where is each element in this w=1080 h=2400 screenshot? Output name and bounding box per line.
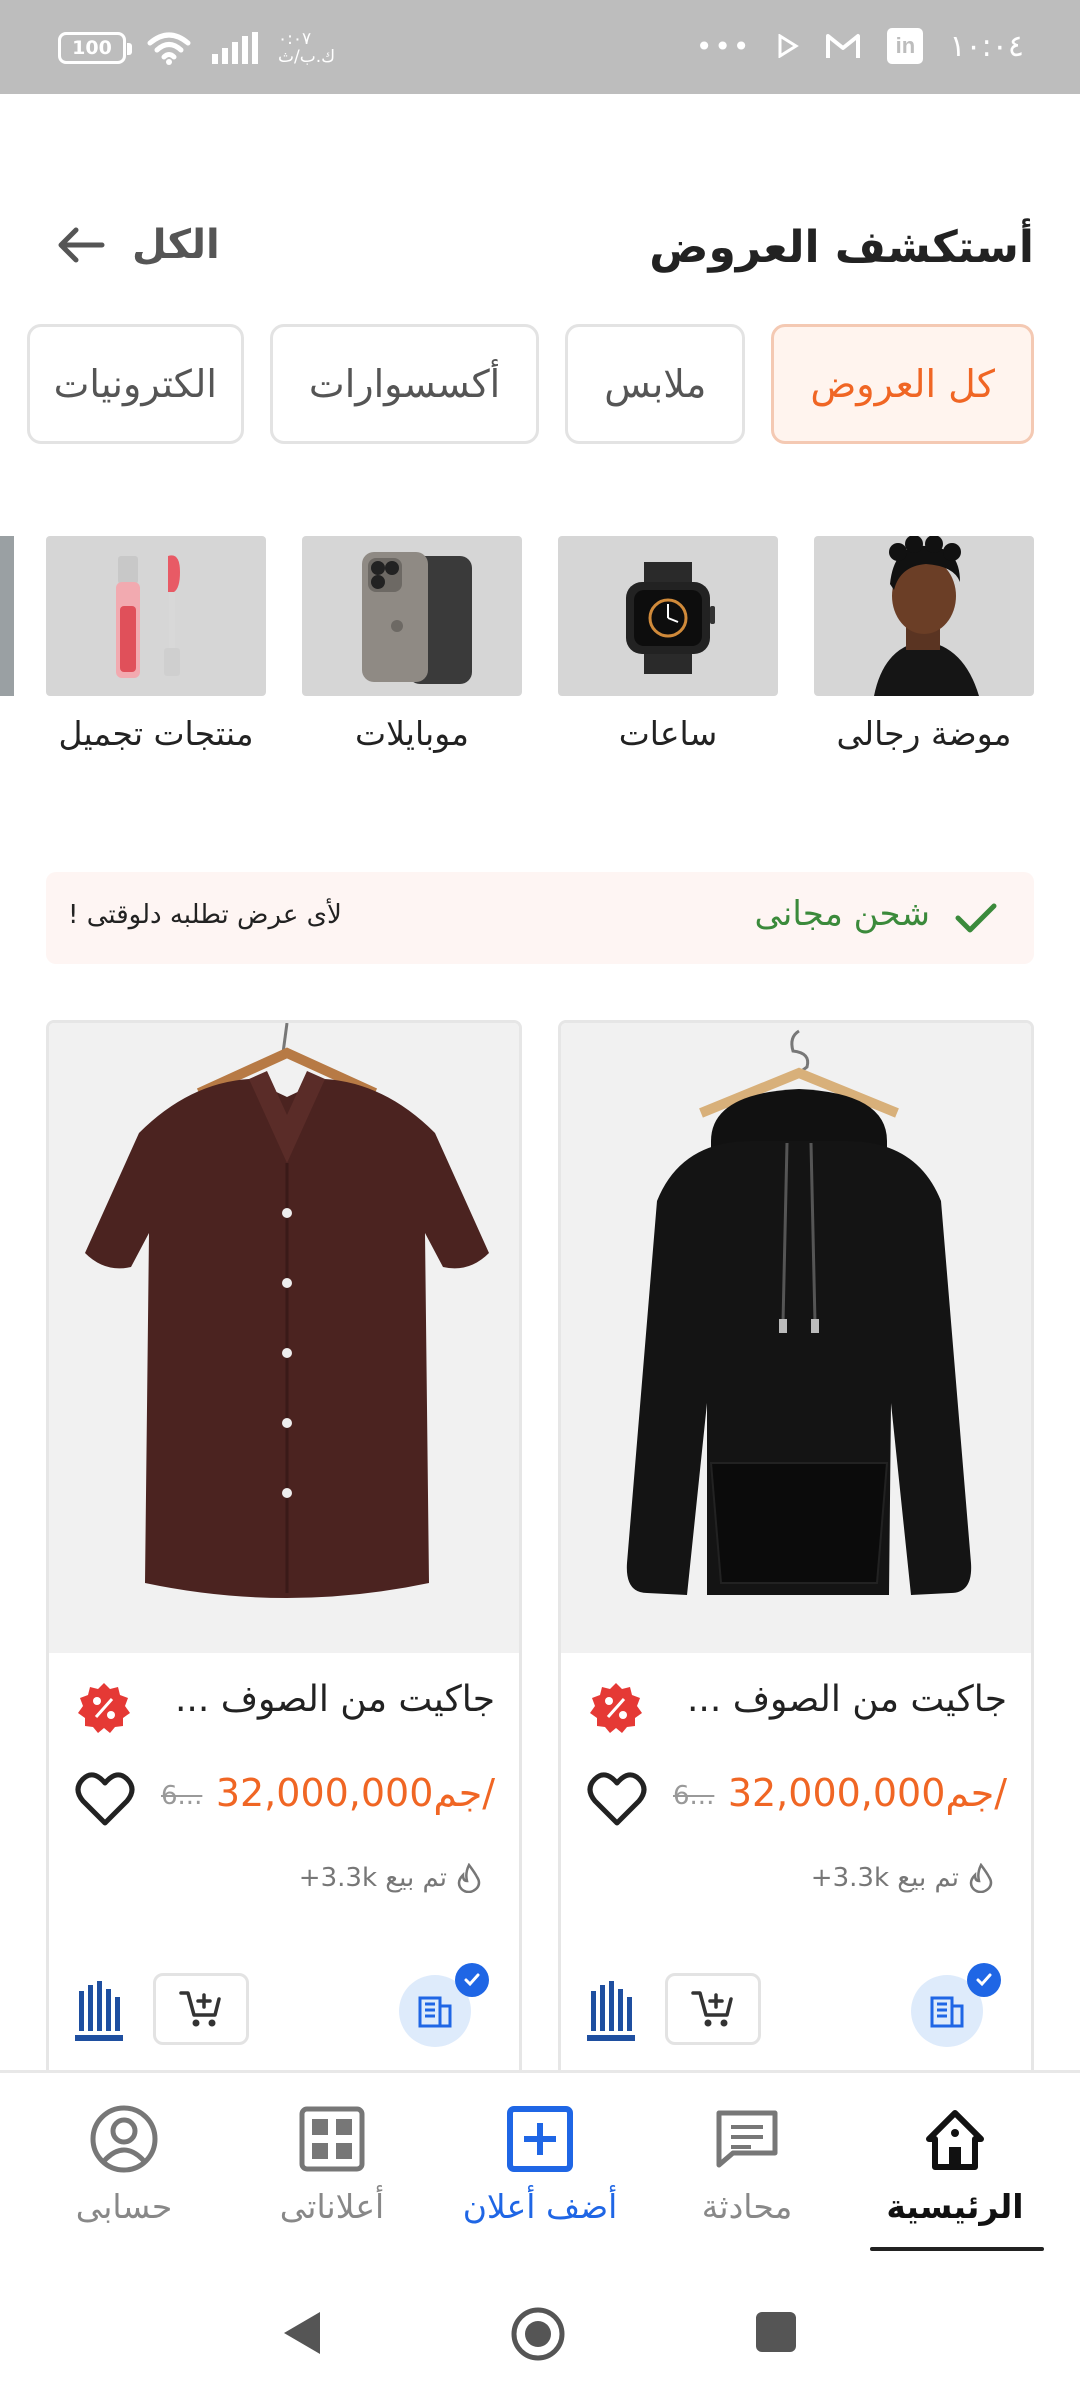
category-watches[interactable]: ساعات: [558, 536, 778, 753]
tab-all-offers[interactable]: كل العروض: [771, 324, 1034, 444]
grid-icon: [299, 2106, 365, 2172]
category-cosmetics[interactable]: منتجات تجميل: [46, 536, 266, 753]
add-to-cart-button[interactable]: [153, 1973, 249, 2045]
product-old-price: 6...: [161, 1781, 203, 1811]
discount-badge-icon: [78, 1683, 130, 1733]
product-price: 32,000,000جم/: [727, 1771, 1007, 1815]
add-cart-icon: [179, 1991, 221, 2027]
store-logo-icon[interactable]: [583, 1981, 639, 2049]
see-all-button[interactable]: الكل: [54, 222, 220, 268]
recent-apps-icon[interactable]: [756, 2312, 796, 2352]
battery-icon: 100: [58, 32, 132, 64]
add-cart-icon: [691, 1991, 733, 2027]
product-card[interactable]: جاكيت من الصوف ... 32,000,000جم/ 6... تم…: [558, 1020, 1034, 2080]
fire-icon: [457, 1863, 481, 1893]
sold-count: تم بيع 3.3k+: [810, 1863, 959, 1893]
category-list: موضة رجالى ساعات موبايلات منتجات تجميل: [46, 536, 1034, 753]
category-label: منتجات تجميل: [58, 714, 254, 753]
home-button-icon[interactable]: [510, 2306, 566, 2362]
fire-icon: [969, 1863, 993, 1893]
system-navigation-bar: [0, 2262, 1080, 2400]
nav-label: أضف أعلان: [462, 2187, 618, 2226]
verified-check-icon: [967, 1963, 1001, 1997]
product-title: جاكيت من الصوف ...: [174, 1679, 495, 1720]
nav-add-ad[interactable]: أضف أعلان: [440, 2103, 640, 2226]
building-icon: [930, 1996, 964, 2028]
nav-label: أعلاناتى: [279, 2187, 385, 2226]
bottom-navigation: الرئيسية محادثة أضف أعلان أعلاناتى حسابى: [0, 2070, 1080, 2262]
gmail-icon: [826, 34, 861, 58]
home-icon: [926, 2110, 984, 2170]
page-title: أستكشف العروض: [649, 222, 1034, 273]
see-all-label: الكل: [132, 222, 220, 268]
linkedin-icon: in: [887, 28, 924, 64]
wifi-icon: [147, 32, 191, 65]
discount-badge-icon: [590, 1683, 642, 1733]
category-mobiles[interactable]: موبايلات: [302, 536, 522, 753]
product-title: جاكيت من الصوف ...: [686, 1679, 1007, 1720]
nav-my-ads[interactable]: أعلاناتى: [232, 2103, 432, 2226]
battery-level: 100: [72, 37, 112, 59]
product-price: 32,000,000جم/: [215, 1771, 495, 1815]
account-icon: [90, 2105, 158, 2173]
product-image-hoodie[interactable]: [561, 1023, 1031, 1653]
free-shipping-subtitle: لأى عرض تطلبه دلوقتى !: [68, 900, 342, 930]
tab-label: أكسسوارات: [308, 362, 501, 406]
nav-chat[interactable]: محادثة: [647, 2103, 847, 2226]
add-icon: [507, 2106, 573, 2172]
store-logo-icon[interactable]: [71, 1981, 127, 2049]
category-label: موبايلات: [355, 714, 469, 753]
category-peek-image[interactable]: [0, 536, 14, 696]
status-bar: 100 ٠:٠٧ ك.ب/ث ••• in ١٠:٠٤: [0, 0, 1080, 94]
smartphone-image: [302, 536, 522, 696]
lip-gloss-image: [46, 536, 266, 696]
product-image-shirt[interactable]: [49, 1023, 519, 1653]
building-icon: [418, 1996, 452, 2028]
tab-label: الكترونيات: [53, 362, 217, 406]
nav-label: حسابى: [75, 2187, 173, 2226]
back-icon[interactable]: [282, 2310, 322, 2356]
category-mens-fashion[interactable]: موضة رجالى: [814, 536, 1034, 753]
check-icon: [955, 903, 997, 933]
smartwatch-image: [558, 536, 778, 696]
tab-label: كل العروض: [810, 362, 995, 406]
sold-count: تم بيع 3.3k+: [298, 1863, 447, 1893]
chat-icon: [716, 2110, 778, 2168]
category-label: موضة رجالى: [836, 714, 1012, 753]
network-speed: ٠:٠٧ ك.ب/ث: [278, 29, 336, 67]
status-right: ••• in ١٠:٠٤: [696, 28, 1024, 64]
play-icon: [778, 34, 800, 58]
tab-clothes[interactable]: ملابس: [565, 324, 746, 444]
active-tab-indicator: [870, 2247, 1044, 2251]
more-notifications-icon: •••: [695, 29, 752, 63]
add-to-cart-button[interactable]: [665, 1973, 761, 2045]
tab-label: ملابس: [604, 362, 707, 406]
nav-home[interactable]: الرئيسية: [855, 2103, 1055, 2226]
nav-account[interactable]: حسابى: [24, 2103, 224, 2226]
verified-check-icon: [455, 1963, 489, 1997]
product-old-price: 6...: [673, 1781, 715, 1811]
mens-fashion-image: [814, 536, 1034, 696]
tab-electronics[interactable]: الكترونيات: [26, 324, 244, 444]
filter-tabs: كل العروض ملابس أكسسوارات الكترونيات: [26, 324, 1034, 444]
nav-label: محادثة: [701, 2187, 793, 2226]
nav-label: الرئيسية: [886, 2187, 1024, 2226]
arrow-left-icon: [58, 227, 105, 263]
free-shipping-banner: شحن مجانى لأى عرض تطلبه دلوقتى !: [46, 872, 1034, 964]
heart-icon[interactable]: [75, 1771, 135, 1827]
category-label: ساعات: [618, 714, 718, 753]
product-card[interactable]: جاكيت من الصوف ... 32,000,000جم/ 6... تم…: [46, 1020, 522, 2080]
signal-icon: [212, 32, 258, 64]
clock: ١٠:٠٤: [949, 28, 1024, 64]
tab-accessories[interactable]: أكسسوارات: [269, 324, 540, 444]
free-shipping-title: شحن مجانى: [754, 894, 930, 934]
status-left: 100 ٠:٠٧ ك.ب/ث: [58, 30, 335, 66]
heart-icon[interactable]: [587, 1771, 647, 1827]
